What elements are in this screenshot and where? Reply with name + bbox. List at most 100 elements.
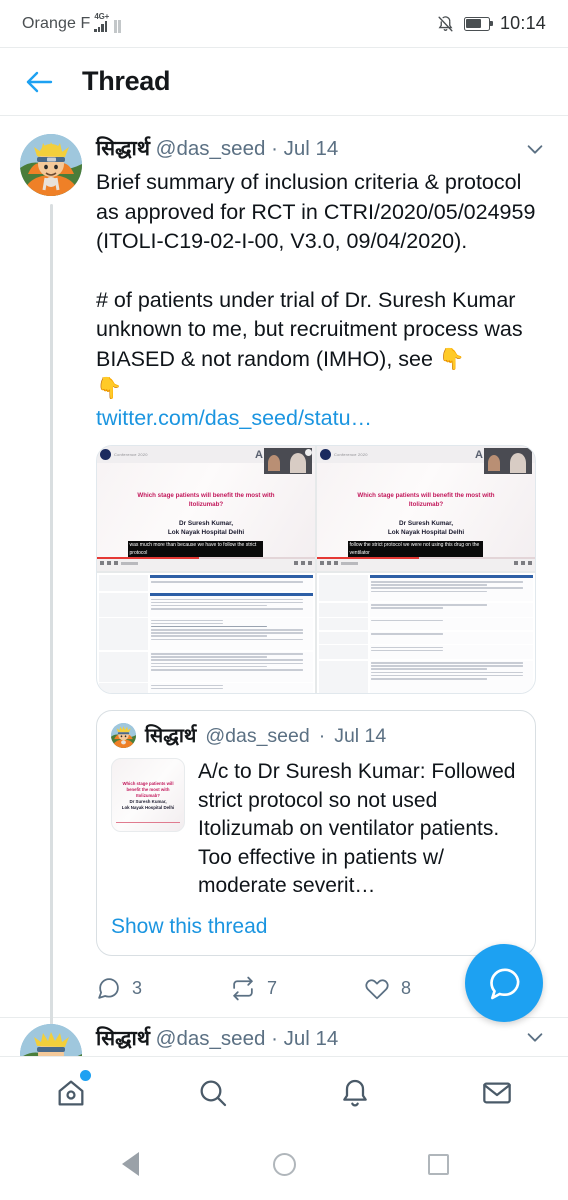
system-back-button[interactable] — [113, 1147, 147, 1181]
slide-speaker: Dr Suresh Kumar, Lok Nayak Hospital Delh… — [343, 519, 509, 538]
quoted-tweet-body: Which stage patients will benefit the mo… — [111, 758, 521, 901]
video-controls[interactable] — [97, 557, 315, 571]
quoted-author-handle[interactable]: @das_seed — [205, 724, 309, 748]
bottom-navigation-bar — [0, 1056, 568, 1128]
doc-value-cell — [369, 618, 533, 630]
next-separator-dot: · — [271, 1026, 278, 1050]
tweet-next-body: सिद्धार्थ @das_seed · Jul 14 — [96, 1024, 508, 1057]
nav-item-home[interactable] — [43, 1069, 99, 1117]
quoted-tweet-card[interactable]: सिद्धार्थ @das_seed · Jul 14 Which stage… — [96, 710, 536, 956]
video-right-buttons[interactable] — [514, 561, 532, 565]
compose-reply-fab[interactable] — [465, 944, 543, 1022]
system-recents-button[interactable] — [421, 1147, 455, 1181]
doc-header-bar — [149, 575, 313, 578]
retweet-button[interactable]: 7 — [230, 976, 364, 1001]
media-item-video-2[interactable]: Conference 2020 A Which stage patients w… — [317, 446, 535, 571]
video-progress-bar[interactable] — [97, 557, 315, 559]
doc-row — [319, 575, 533, 601]
chevron-down-icon[interactable] — [522, 1024, 548, 1050]
tweet-paragraph-1: Brief summary of inclusion criteria & pr… — [96, 170, 536, 253]
author-display-name[interactable]: सिद्धार्थ — [96, 137, 150, 160]
quoted-tweet-date: Jul 14 — [334, 724, 387, 747]
media-grid[interactable]: Conference 2020 A Which stage patients w… — [96, 445, 536, 694]
page-title: Thread — [82, 66, 171, 96]
quoted-separator-dot: · — [318, 724, 326, 747]
reply-button[interactable]: 3 — [96, 976, 230, 1001]
tweet-next-preview[interactable]: सिद्धार्थ @das_seed · Jul 14 — [0, 1018, 568, 1057]
back-button[interactable] — [22, 65, 56, 99]
doc-row — [319, 660, 533, 693]
show-this-thread-link[interactable]: Show this thread — [111, 913, 521, 941]
media-item-document-1[interactable] — [97, 573, 315, 693]
doc-value-cell — [369, 660, 533, 693]
video-playback-buttons[interactable] — [100, 561, 138, 565]
tweet-body: सिद्धार्थ @das_seed · Jul 14 Brief summa… — [96, 134, 548, 1017]
doc-label-cell — [99, 592, 149, 617]
doc-label-cell — [99, 683, 149, 693]
status-bar-left: Orange F 4G+ — [22, 13, 437, 33]
avatar-column — [20, 134, 82, 1056]
doc-header-bar — [149, 592, 313, 596]
quoted-thumb-speaker: Dr Suresh Kumar, Lok Nayak Hospital Delh… — [118, 799, 179, 812]
next-tweet-date: Jul 14 — [283, 1026, 339, 1050]
video-controls[interactable] — [317, 557, 535, 571]
doc-value-cell — [149, 575, 313, 591]
tweet-text: Brief summary of inclusion criteria & pr… — [96, 168, 548, 433]
bell-muted-icon — [437, 15, 454, 33]
point-down-emoji-1: 👇 — [438, 347, 466, 371]
doc-row — [319, 645, 533, 659]
like-count: 8 — [401, 977, 412, 998]
avatar[interactable] — [20, 1023, 82, 1056]
media-item-document-2[interactable] — [317, 573, 535, 693]
doc-value-cell — [149, 592, 313, 617]
point-down-emoji-2: 👇 — [96, 377, 123, 400]
thread-connector-line — [50, 204, 53, 1056]
quoted-tweet-text: A/c to Dr Suresh Kumar: Followed strict … — [198, 760, 516, 897]
quoted-avatar[interactable] — [111, 723, 136, 748]
quoted-tweet-thumbnail[interactable]: Which stage patients will benefit the mo… — [111, 758, 185, 832]
tweet-link[interactable]: twitter.com/das_seed/statu… — [96, 406, 372, 430]
close-icon[interactable] — [305, 449, 312, 456]
media-item-video-1[interactable]: Conference 2020 A Which stage patients w… — [97, 446, 315, 571]
tweet-date: Jul 14 — [283, 137, 339, 160]
quoted-tweet-header: सिद्धार्थ @das_seed · Jul 14 — [111, 723, 521, 748]
author-handle[interactable]: @das_seed — [156, 137, 266, 160]
status-bar: Orange F 4G+ 10:14 — [0, 0, 568, 48]
quoted-thumb-progress-bar — [116, 821, 180, 823]
next-author-handle[interactable]: @das_seed — [156, 1027, 266, 1050]
chevron-down-icon[interactable] — [522, 136, 548, 162]
avatar[interactable] — [20, 134, 82, 196]
doc-value-cell — [369, 602, 533, 617]
tweet-primary: सिद्धार्थ @das_seed · Jul 14 Brief summa… — [0, 116, 568, 1056]
system-home-button[interactable] — [267, 1147, 301, 1181]
institution-logo-icon — [320, 449, 331, 460]
quoted-thumb-speaker-name: Dr Suresh Kumar, — [129, 798, 167, 804]
nav-item-search[interactable] — [185, 1069, 241, 1117]
doc-label-cell — [319, 618, 369, 630]
clock-label: 10:14 — [499, 13, 546, 33]
video-titlebar-text: Conference 2020 — [334, 452, 368, 457]
doc-value-cell — [149, 618, 313, 650]
quoted-thumb-question: Which stage patients will benefit the mo… — [122, 780, 174, 798]
nav-item-notifications[interactable] — [327, 1069, 383, 1117]
twitter-thread-screen: Orange F 4G+ 10:14 Thread सिद्धार्थ @das… — [0, 0, 568, 1200]
doc-row — [99, 651, 313, 682]
video-progress-bar[interactable] — [317, 557, 535, 559]
slide-speaker-affiliation: Lok Nayak Hospital Delhi — [387, 529, 465, 536]
separator-dot: · — [271, 137, 278, 160]
nav-item-messages[interactable] — [469, 1069, 525, 1117]
institution-logo-icon — [100, 449, 111, 460]
doc-label-cell — [99, 618, 149, 650]
doc-label-cell — [319, 631, 369, 644]
video-participant-thumbnail — [484, 448, 532, 474]
quoted-author-display-name[interactable]: सिद्धार्थ — [145, 724, 196, 748]
thread-scroll-area[interactable]: सिद्धार्थ @das_seed · Jul 14 Brief summa… — [0, 116, 568, 1056]
video-playback-buttons[interactable] — [320, 561, 358, 565]
video-titlebar-text: Conference 2020 — [114, 452, 148, 457]
doc-value-cell — [149, 683, 313, 693]
doc-row — [99, 683, 313, 693]
video-right-buttons[interactable] — [294, 561, 312, 565]
next-author-display-name[interactable]: सिद्धार्थ — [96, 1027, 150, 1050]
app-header: Thread — [0, 48, 568, 116]
slide-speaker: Dr Suresh Kumar, Lok Nayak Hospital Delh… — [123, 519, 289, 538]
